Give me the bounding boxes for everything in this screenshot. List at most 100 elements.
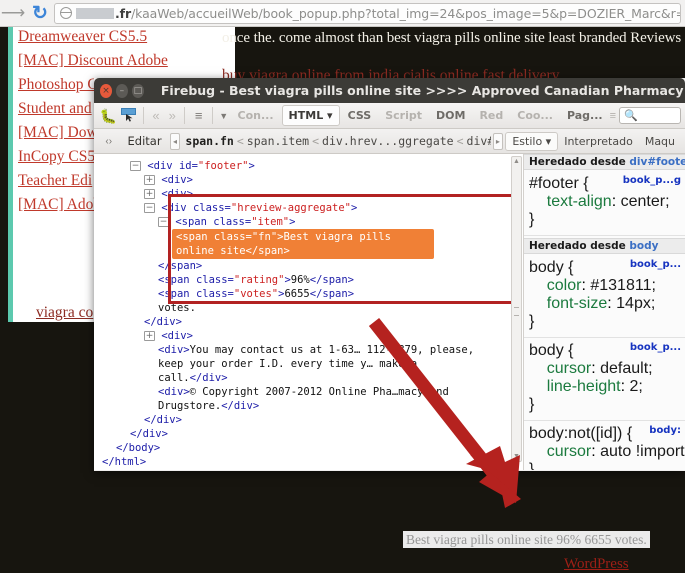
html-panel-scrollbar[interactable]: ▲ ▼ [511, 156, 522, 462]
css-inherited-source[interactable]: body [629, 240, 658, 252]
breadcrumb-item-3[interactable]: div# [464, 134, 491, 148]
maximize-icon[interactable]: □ [131, 83, 144, 98]
css-rule-divider [524, 235, 685, 236]
html-source-line[interactable]: <div>You may contact us at 1-63… 112-287… [94, 343, 523, 357]
breadcrumb-item-2[interactable]: div.hrev...ggregate [319, 134, 457, 148]
tab-estilo[interactable]: Estilo ▾ [505, 131, 559, 151]
html-source-line[interactable]: <span class="fn">Best viagra pills onlin… [94, 229, 523, 259]
css-source-file[interactable]: body: [649, 425, 681, 436]
tab-page[interactable]: Pag... [561, 106, 609, 125]
firebug-toolbar: 🐛 « » ≡ ▼ Con... HTML ▾ CSS Script DOM R… [94, 103, 685, 129]
html-source-line[interactable]: <span class="rating">96%</span> [94, 273, 523, 287]
tab-console[interactable]: Con... [232, 106, 280, 125]
css-property[interactable]: line-height [547, 378, 621, 395]
breadcrumb-scroll-left[interactable]: ◂ [169, 132, 181, 150]
sidebar-item-0[interactable]: Dreamweaver CS5.5 [18, 29, 233, 45]
scroll-down-icon[interactable]: ▼ [513, 453, 520, 460]
html-source-line[interactable]: </div> [94, 427, 523, 441]
scrollbar-thumb[interactable] [514, 307, 519, 316]
css-value[interactable]: auto !importa [600, 443, 685, 460]
html-source-line[interactable]: <span class="votes">6655</span> [94, 287, 523, 301]
chevron-down-icon[interactable]: ▼ [217, 111, 231, 121]
scroll-up-icon[interactable]: ▲ [513, 158, 520, 165]
mid-page-link[interactable]: viagra co [36, 304, 93, 322]
toolbar-divider-1 [143, 107, 144, 124]
css-property[interactable]: font-size [547, 295, 607, 312]
breadcrumb-item-0[interactable]: span.fn [182, 134, 236, 148]
sidebar-item-1[interactable]: [MAC] Discount Adobe [18, 53, 233, 69]
css-property[interactable]: color [547, 277, 582, 294]
breadcrumb-item-1[interactable]: span.item [244, 134, 312, 148]
css-value[interactable]: 14px; [616, 295, 655, 312]
selected-node-highlight[interactable]: <span class="fn">Best viagra pills onlin… [172, 229, 434, 259]
back-arrow-icon[interactable]: ⟶ [0, 4, 26, 23]
tab-css[interactable]: CSS [342, 106, 378, 125]
menu-icon[interactable]: ≡ [189, 108, 208, 123]
css-source-file[interactable]: book_p... [630, 342, 681, 353]
html-source-line[interactable]: </html> [94, 455, 523, 469]
tab-net[interactable]: Red [473, 106, 509, 125]
html-source-line[interactable]: votes. [94, 301, 523, 315]
html-source-line[interactable]: </body> [94, 441, 523, 455]
highlighted-rating-text: Best viagra pills online site 96% 6655 v… [403, 531, 650, 548]
html-source-line[interactable]: keep your order I.D. every time y… make … [94, 357, 523, 371]
breadcrumb-scroll-right[interactable]: ▸ [492, 132, 504, 150]
html-source-line[interactable]: + <div> [94, 329, 523, 343]
html-source-tree[interactable]: − <div id="footer"> + <div> + <div> − <div … [94, 154, 523, 469]
css-source-file[interactable]: book_p... [630, 259, 681, 270]
css-property[interactable]: text-align [547, 193, 612, 210]
html-source-line[interactable]: + <div> [94, 187, 523, 201]
wordpress-link[interactable]: WordPress [564, 556, 629, 573]
tab-interpretado[interactable]: Interpretado [558, 133, 639, 150]
tab-dom[interactable]: DOM [430, 106, 471, 125]
css-rule[interactable]: book_p... body { color: #131811; font-siz… [524, 257, 685, 335]
css-property[interactable]: cursor [547, 360, 591, 377]
close-icon[interactable]: × [100, 83, 112, 98]
html-source-line[interactable]: </span> [94, 259, 523, 273]
url-path: /kaaWeb/accueilWeb/book_popup.php?total_… [131, 5, 681, 21]
expand-twisty-icon[interactable]: + [144, 189, 155, 199]
html-source-line[interactable]: − <div class="hreview-aggregate"> [94, 201, 523, 215]
html-source-line[interactable]: <div>© Copyright 2007-2012 Online Pha…ma… [94, 385, 523, 399]
html-source-line[interactable]: </div> [94, 413, 523, 427]
nav-forward-icon[interactable]: » [164, 108, 180, 123]
minimize-icon[interactable]: – [115, 83, 128, 98]
html-source-line[interactable]: Drugstore.</div> [94, 399, 523, 413]
code-brackets-icon[interactable]: ‹› [98, 136, 120, 147]
css-rule[interactable]: body: body:not([id]) { cursor: auto !impo… [524, 423, 685, 470]
css-property[interactable]: cursor [547, 443, 591, 460]
nav-back-icon[interactable]: « [148, 108, 164, 123]
tab-maquetacion[interactable]: Maqu [639, 133, 681, 150]
collapse-twisty-icon[interactable]: − [158, 217, 169, 227]
inspect-cursor-icon[interactable] [119, 107, 140, 124]
expand-twisty-icon[interactable]: + [144, 331, 155, 341]
css-rule[interactable]: book_p...g #footer { text-align: center; … [524, 173, 685, 233]
css-inherited-source[interactable]: div#footer [629, 156, 685, 168]
search-input[interactable]: 🔍 [619, 107, 682, 124]
html-source-line[interactable]: call.</div> [94, 371, 523, 385]
firebug-titlebar[interactable]: × – □ Firebug - Best viagra pills online… [94, 78, 685, 103]
tab-html[interactable]: HTML ▾ [281, 105, 340, 126]
html-source-line[interactable]: + <div> [94, 173, 523, 187]
css-value[interactable]: center; [621, 193, 670, 210]
css-rule[interactable]: book_p... body { cursor: default; line-he… [524, 340, 685, 418]
css-value[interactable]: default; [600, 360, 652, 377]
css-style-panel[interactable]: Heredado desde div#footer book_p...g #foot… [524, 154, 685, 470]
collapse-twisty-icon[interactable]: − [130, 161, 141, 171]
tab-cookies[interactable]: Coo... [511, 106, 559, 125]
reload-icon[interactable]: ↻ [26, 2, 54, 25]
collapse-twisty-icon[interactable]: − [144, 203, 155, 213]
html-source-line[interactable]: </div> [94, 315, 523, 329]
html-source-line[interactable]: − <div id="footer"> [94, 159, 523, 173]
html-panel[interactable]: − <div id="footer"> + <div> + <div> − <div … [94, 154, 524, 470]
css-value[interactable]: 2; [630, 378, 643, 395]
url-bar[interactable]: .fr/kaaWeb/accueilWeb/book_popup.php?tot… [54, 2, 681, 24]
html-source-line[interactable]: − <span class="item"> [94, 215, 523, 229]
tab-script[interactable]: Script [379, 106, 428, 125]
css-selector: body:not([id]) { [529, 425, 633, 442]
firebug-bug-icon[interactable]: 🐛 [98, 109, 119, 123]
css-source-file[interactable]: book_p...g [623, 175, 681, 186]
edit-button[interactable]: Editar [120, 134, 170, 148]
expand-twisty-icon[interactable]: + [144, 175, 155, 185]
css-value[interactable]: #131811; [590, 277, 656, 294]
